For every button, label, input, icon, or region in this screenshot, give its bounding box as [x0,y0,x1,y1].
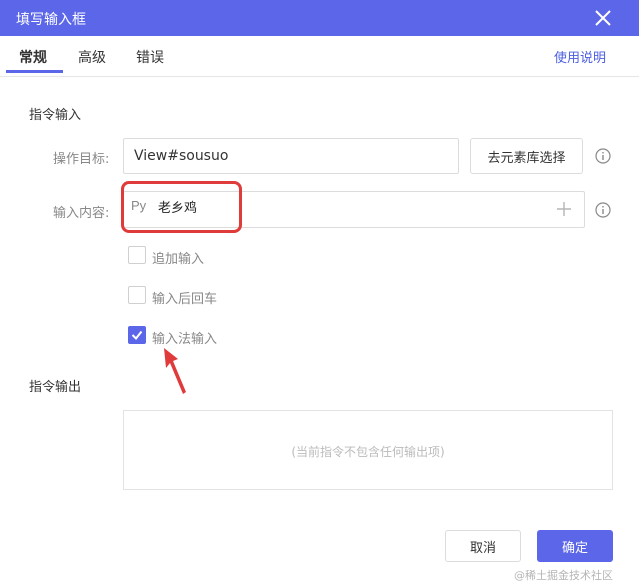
check-icon [131,330,143,341]
target-input[interactable] [123,138,459,174]
command-input-title: 指令输入 [29,108,82,123]
help-link[interactable]: 使用说明 [554,47,606,66]
window-title: 填写输入框 [16,12,86,28]
plus-icon[interactable] [556,201,572,217]
cancel-button[interactable]: 取消 [445,530,521,562]
command-output-title: 指令输出 [29,380,82,395]
title-bar: 填写输入框 [0,0,639,36]
tab-general[interactable]: 常规 [19,47,47,67]
content-label: 输入内容: [53,206,110,221]
annotation-arrow [164,348,186,394]
info-icon[interactable] [595,202,611,218]
append-input-label: 追加输入 [152,252,205,267]
target-label: 操作目标: [53,152,110,167]
confirm-button[interactable]: 确定 [537,530,613,562]
info-icon[interactable] [595,148,611,164]
tab-advanced[interactable]: 高级 [78,47,106,67]
tab-error[interactable]: 错误 [136,47,164,67]
output-empty-text: (当前指令不包含任何输出项) [291,445,445,459]
enter-after-input-checkbox[interactable] [128,286,146,304]
close-icon[interactable] [592,7,614,29]
ime-input-checkbox[interactable] [128,326,146,344]
element-library-button[interactable]: 去元素库选择 [470,138,583,174]
tab-bar: 常规 高级 错误 [0,36,639,77]
watermark: @稀土掘金技术社区 [514,569,613,582]
active-tab-indicator [6,70,63,73]
append-input-checkbox[interactable] [128,246,146,264]
enter-after-input-label: 输入后回车 [152,292,218,307]
annotation-highlight-box [121,181,242,233]
